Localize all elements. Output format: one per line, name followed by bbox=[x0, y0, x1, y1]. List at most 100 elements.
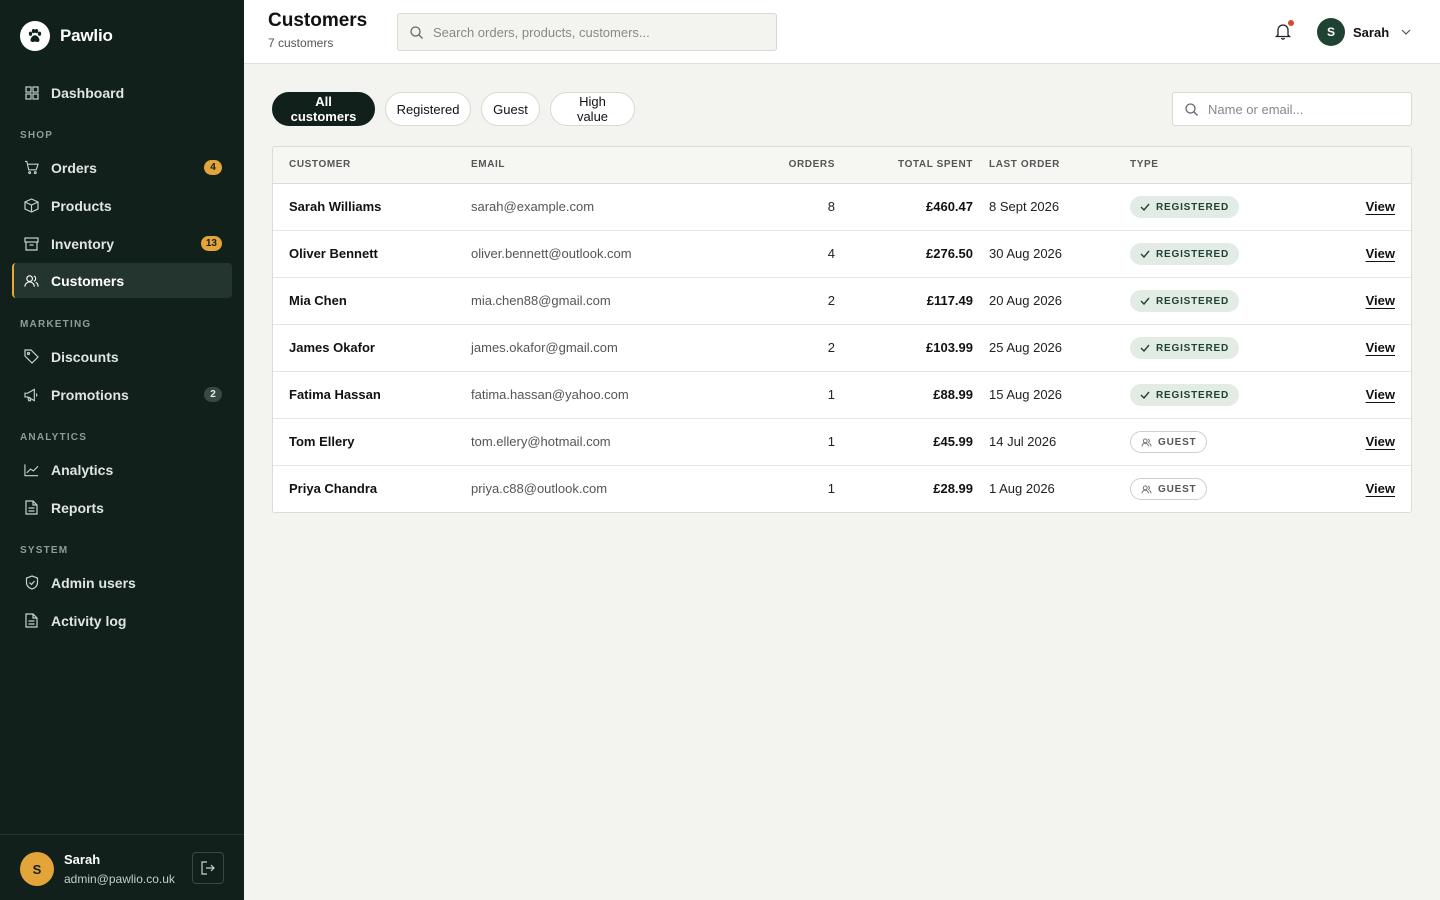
last-order-date: 25 Aug 2026 bbox=[989, 340, 1063, 355]
view-customer-link[interactable]: View bbox=[1366, 293, 1395, 308]
check-icon bbox=[1140, 203, 1150, 211]
sidebar-item-reports[interactable]: Reports bbox=[12, 490, 232, 525]
badge-label: REGISTERED bbox=[1156, 201, 1230, 213]
users-icon bbox=[1141, 438, 1152, 446]
section-label-system: SYSTEM bbox=[20, 545, 69, 556]
brand[interactable]: Pawlio bbox=[20, 21, 113, 51]
order-count: 1 bbox=[827, 387, 835, 402]
view-customer-link[interactable]: View bbox=[1366, 246, 1395, 261]
sidebar-item-analytics[interactable]: Analytics bbox=[12, 452, 232, 487]
order-count: 1 bbox=[827, 434, 835, 449]
sidebar: Pawlio Dashboard SHOP Orders 4 Products … bbox=[0, 0, 244, 900]
total-spent: £276.50 bbox=[926, 246, 973, 261]
customer-name: Priya Chandra bbox=[289, 481, 378, 496]
footer-user-name: Sarah bbox=[64, 852, 101, 867]
avatar: S bbox=[20, 852, 54, 886]
brand-name: Pawlio bbox=[60, 26, 113, 45]
cart-icon bbox=[24, 160, 39, 175]
total-spent: £28.99 bbox=[933, 481, 973, 496]
column-header-customer[interactable]: CUSTOMER bbox=[289, 159, 351, 170]
section-label-marketing: MARKETING bbox=[20, 319, 92, 330]
last-order-date: 15 Aug 2026 bbox=[989, 387, 1063, 402]
filter-chip-guest[interactable]: Guest bbox=[481, 92, 540, 126]
table-row[interactable]: James Okafor james.okafor@gmail.com 2 £103.… bbox=[273, 325, 1411, 372]
table-row[interactable]: Tom Ellery tom.ellery@hotmail.com 1 £45.99 1… bbox=[273, 419, 1411, 466]
sidebar-item-label: Customers bbox=[51, 272, 125, 289]
customer-name: Oliver Bennett bbox=[289, 246, 378, 261]
view-customer-link[interactable]: View bbox=[1366, 387, 1395, 402]
column-header-total-spent[interactable]: TOTAL SPENT bbox=[898, 159, 973, 170]
table-row[interactable]: Priya Chandra priya.c88@outlook.com 1 £28.9… bbox=[273, 466, 1411, 512]
column-header-email[interactable]: EMAIL bbox=[471, 159, 505, 170]
customer-name: Sarah Williams bbox=[289, 199, 382, 214]
table-row[interactable]: Sarah Williams sarah@example.com 8 £460.47 8… bbox=[273, 184, 1411, 231]
customer-email: james.okafor@gmail.com bbox=[471, 340, 618, 355]
view-customer-link[interactable]: View bbox=[1366, 199, 1395, 214]
sidebar-item-promotions[interactable]: Promotions 2 bbox=[12, 377, 232, 412]
search-icon bbox=[410, 25, 423, 39]
filter-chip-all[interactable]: All customers bbox=[272, 92, 375, 126]
inventory-count-badge: 13 bbox=[200, 236, 222, 251]
last-order-date: 20 Aug 2026 bbox=[989, 293, 1063, 308]
customer-type-badge: REGISTERED bbox=[1130, 243, 1240, 265]
sidebar-item-orders[interactable]: Orders 4 bbox=[12, 150, 232, 185]
column-header-last-order[interactable]: LAST ORDER bbox=[989, 159, 1060, 170]
sidebar-item-inventory[interactable]: Inventory 13 bbox=[12, 226, 232, 261]
view-customer-link[interactable]: View bbox=[1366, 434, 1395, 449]
badge-label: REGISTERED bbox=[1156, 342, 1230, 354]
total-spent: £460.47 bbox=[926, 199, 973, 214]
filter-chip-registered[interactable]: Registered bbox=[385, 92, 471, 126]
filter-chip-high-value[interactable]: High value bbox=[550, 92, 635, 126]
table-row[interactable]: Oliver Bennett oliver.bennett@outlook.com… bbox=[273, 231, 1411, 278]
customer-type-badge: REGISTERED bbox=[1130, 384, 1240, 406]
log-document-icon bbox=[24, 613, 39, 628]
top-header: Customers 7 customers S Sarah bbox=[244, 0, 1440, 64]
promotions-count-badge: 2 bbox=[204, 387, 222, 402]
sidebar-item-customers[interactable]: Customers bbox=[12, 263, 232, 298]
column-header-type[interactable]: TYPE bbox=[1130, 159, 1159, 170]
badge-label: GUEST bbox=[1158, 483, 1197, 495]
sidebar-item-label: Inventory bbox=[51, 235, 115, 252]
logout-icon bbox=[201, 861, 215, 875]
last-order-date: 30 Aug 2026 bbox=[989, 246, 1063, 261]
customer-name: Tom Ellery bbox=[289, 434, 355, 449]
line-chart-icon bbox=[24, 462, 39, 477]
last-order-date: 1 Aug 2026 bbox=[989, 481, 1055, 496]
customer-email: priya.c88@outlook.com bbox=[471, 481, 608, 496]
global-search-input[interactable] bbox=[433, 24, 753, 40]
name-email-search-input[interactable] bbox=[1208, 101, 1398, 117]
customer-email: sarah@example.com bbox=[471, 199, 595, 214]
sidebar-item-activity-log[interactable]: Activity log bbox=[12, 603, 232, 638]
check-icon bbox=[1140, 391, 1150, 399]
total-spent: £117.49 bbox=[926, 293, 973, 308]
total-spent: £45.99 bbox=[933, 434, 973, 449]
view-customer-link[interactable]: View bbox=[1366, 481, 1395, 496]
tag-icon bbox=[24, 349, 39, 364]
column-header-orders[interactable]: ORDERS bbox=[789, 159, 835, 170]
paw-logo-icon bbox=[20, 21, 50, 51]
section-label-analytics: ANALYTICS bbox=[20, 432, 88, 443]
sidebar-item-products[interactable]: Products bbox=[12, 188, 232, 223]
badge-label: REGISTERED bbox=[1156, 295, 1230, 307]
order-count: 2 bbox=[827, 340, 835, 355]
customer-email: oliver.bennett@outlook.com bbox=[471, 246, 632, 261]
sidebar-item-discounts[interactable]: Discounts bbox=[12, 339, 232, 374]
sidebar-item-label: Products bbox=[51, 197, 112, 214]
footer-user-email: admin@pawlio.co.uk bbox=[64, 872, 175, 886]
user-menu[interactable]: S Sarah bbox=[1317, 18, 1411, 46]
sidebar-item-admin-users[interactable]: Admin users bbox=[12, 565, 232, 600]
order-count: 1 bbox=[827, 481, 835, 496]
sidebar-item-dashboard[interactable]: Dashboard bbox=[12, 75, 232, 110]
shield-icon bbox=[24, 575, 39, 590]
logout-button[interactable] bbox=[192, 852, 224, 884]
archive-icon bbox=[24, 236, 39, 251]
avatar: S bbox=[1317, 18, 1345, 46]
table-row[interactable]: Mia Chen mia.chen88@gmail.com 2 £117.49 20 A… bbox=[273, 278, 1411, 325]
sidebar-item-label: Analytics bbox=[51, 461, 114, 478]
table-row[interactable]: Fatima Hassan fatima.hassan@yahoo.com 1 £88… bbox=[273, 372, 1411, 419]
notifications-button[interactable] bbox=[1274, 20, 1294, 42]
users-icon bbox=[1141, 485, 1152, 493]
customer-filter-search[interactable] bbox=[1172, 92, 1412, 126]
view-customer-link[interactable]: View bbox=[1366, 340, 1395, 355]
global-search[interactable] bbox=[397, 13, 777, 51]
